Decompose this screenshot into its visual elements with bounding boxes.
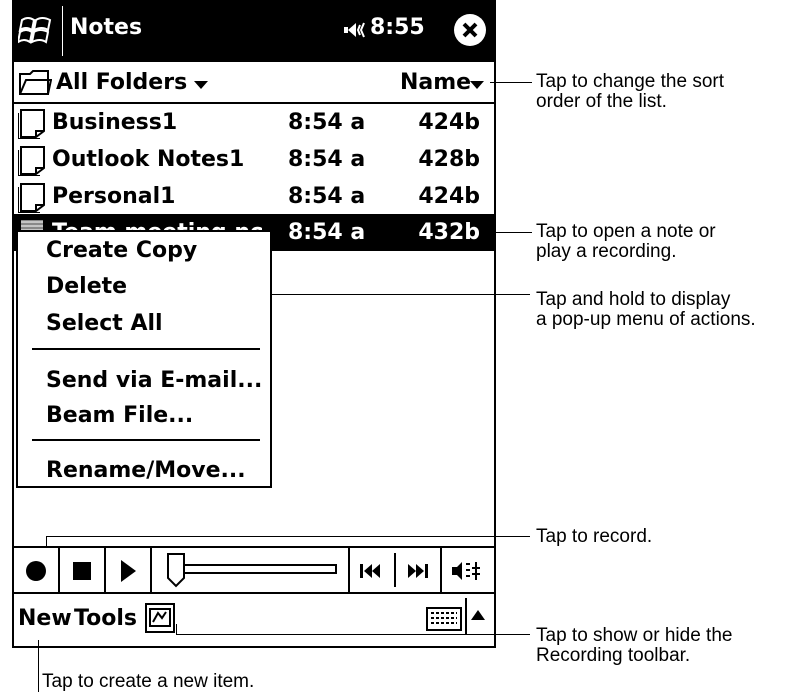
note-name: Personal1: [52, 184, 176, 209]
callout-record: Tap to record.: [536, 527, 652, 547]
speaker-settings-icon: [452, 562, 480, 580]
callout-record-text: Tap to record.: [536, 526, 653, 547]
leader-line: [38, 640, 39, 692]
recording-toolbar: [14, 546, 494, 594]
note-icon: [18, 183, 45, 213]
stop-icon: [73, 562, 91, 580]
note-icon: [18, 146, 45, 176]
folder-dropdown[interactable]: All Folders: [56, 70, 187, 95]
leader-line: [488, 232, 532, 233]
note-time: 8:54 a: [288, 184, 366, 209]
stop-button[interactable]: [60, 548, 106, 592]
close-icon[interactable]: [454, 14, 486, 46]
record-button[interactable]: [14, 548, 60, 592]
volume-slider[interactable]: [152, 548, 350, 592]
note-size: 428b: [418, 147, 480, 172]
fast-forward-icon: [408, 564, 428, 578]
callout-new: Tap to create a new item.: [42, 672, 254, 692]
tools-menu[interactable]: Tools: [74, 606, 137, 631]
note-size: 424b: [418, 184, 480, 209]
callout-hold-text: Tap and hold to display a pop-up menu of…: [536, 289, 756, 330]
slider-track: [167, 553, 337, 588]
clock[interactable]: 8:55: [370, 15, 425, 40]
callout-toggle: Tap to show or hide the Recording toolba…: [536, 626, 732, 666]
new-button[interactable]: New: [18, 606, 72, 631]
pocketpc-screen: Notes 8:55 All Folders Name Business1 8:…: [12, 0, 496, 648]
fast-forward-button[interactable]: [396, 548, 442, 592]
note-row[interactable]: Outlook Notes1 8:54 a 428b: [14, 141, 494, 178]
menu-item-rename-move[interactable]: Rename/Move...: [46, 458, 246, 483]
play-button[interactable]: [106, 548, 152, 592]
note-time: 8:54 a: [288, 220, 366, 245]
leader-line: [176, 624, 177, 634]
note-size: 424b: [418, 110, 480, 135]
keyboard-icon[interactable]: [426, 606, 462, 632]
leader-line: [228, 294, 530, 295]
menu-item-send-email[interactable]: Send via E-mail...: [46, 368, 262, 393]
menu-item-select-all[interactable]: Select All: [46, 311, 163, 336]
sort-dropdown[interactable]: Name: [400, 70, 471, 95]
record-icon: [26, 561, 46, 581]
menu-item-create-copy[interactable]: Create Copy: [46, 238, 197, 263]
chevron-up-icon[interactable]: [471, 610, 485, 620]
note-time: 8:54 a: [288, 110, 366, 135]
callout-open-text: Tap to open a note or play a recording.: [536, 221, 716, 262]
chevron-down-icon[interactable]: [194, 81, 208, 89]
leader-line: [46, 536, 530, 537]
recording-toolbar-toggle-icon[interactable]: [144, 602, 176, 634]
rewind-button[interactable]: [350, 548, 394, 592]
folder-bar: All Folders Name: [14, 62, 494, 104]
callout-sort-text: Tap to change the sort order of the list…: [536, 71, 725, 112]
speaker-icon[interactable]: [338, 16, 366, 44]
app-title: Notes: [70, 15, 143, 40]
leader-line: [490, 82, 532, 83]
note-name: Business1: [52, 110, 178, 135]
leader-line: [176, 634, 530, 635]
menu-divider: [32, 439, 260, 441]
callout-hold: Tap and hold to display a pop-up menu of…: [536, 290, 756, 330]
callout-toggle-text: Tap to show or hide the Recording toolba…: [536, 625, 733, 666]
note-row[interactable]: Personal1 8:54 a 424b: [14, 178, 494, 215]
speaker-settings-button[interactable]: [442, 548, 494, 592]
note-time: 8:54 a: [288, 147, 366, 172]
windows-flag-icon[interactable]: [18, 12, 54, 48]
title-separator: [62, 6, 63, 56]
callout-sort: Tap to change the sort order of the list…: [536, 72, 724, 112]
rewind-icon: [360, 564, 380, 578]
note-row[interactable]: Business1 8:54 a 424b: [14, 104, 494, 141]
menu-item-beam-file[interactable]: Beam File...: [46, 403, 193, 428]
callout-open: Tap to open a note or play a recording.: [536, 222, 716, 262]
context-menu: Create Copy Delete Select All Send via E…: [16, 230, 272, 488]
folder-icon: [19, 70, 52, 95]
menu-divider: [32, 348, 260, 350]
note-name: Outlook Notes1: [52, 147, 245, 172]
title-bar: Notes 8:55: [14, 0, 494, 62]
chevron-down-icon[interactable]: [470, 81, 484, 89]
sip-divider: [465, 598, 467, 634]
callout-new-text: Tap to create a new item.: [42, 671, 255, 692]
note-size: 432b: [418, 220, 480, 245]
menu-item-delete[interactable]: Delete: [46, 274, 127, 299]
note-icon: [18, 109, 45, 139]
leader-line: [46, 536, 47, 546]
command-bar: New Tools: [14, 594, 494, 646]
play-icon: [121, 560, 136, 582]
